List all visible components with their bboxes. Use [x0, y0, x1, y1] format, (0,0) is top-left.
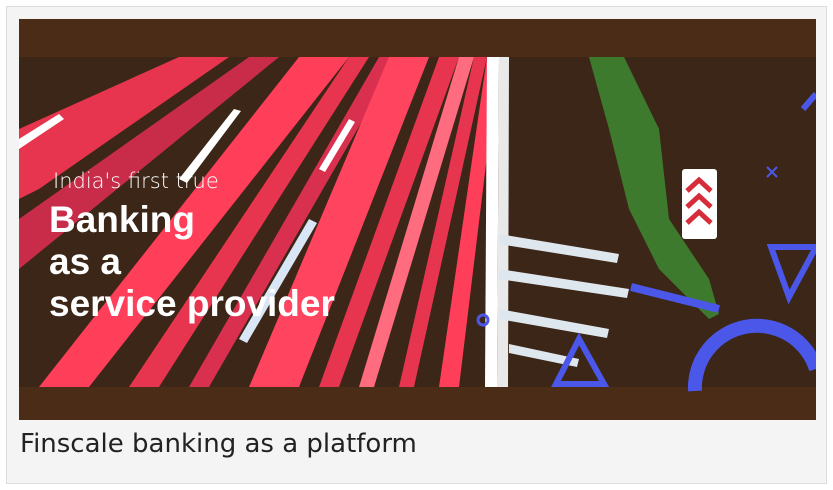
banner-headline: Banking as a service provider [49, 199, 335, 325]
banner-image[interactable]: India's first true Banking as a service … [19, 19, 816, 420]
headline-line-2: as a [49, 241, 122, 282]
media-card[interactable]: India's first true Banking as a service … [6, 6, 827, 484]
card-caption[interactable]: Finscale banking as a platform [20, 429, 417, 459]
headline-line-1: Banking [49, 199, 195, 240]
banner-tagline: India's first true [53, 169, 219, 193]
headline-line-3: service provider [49, 283, 335, 324]
chevron-sign-icon [682, 169, 717, 239]
